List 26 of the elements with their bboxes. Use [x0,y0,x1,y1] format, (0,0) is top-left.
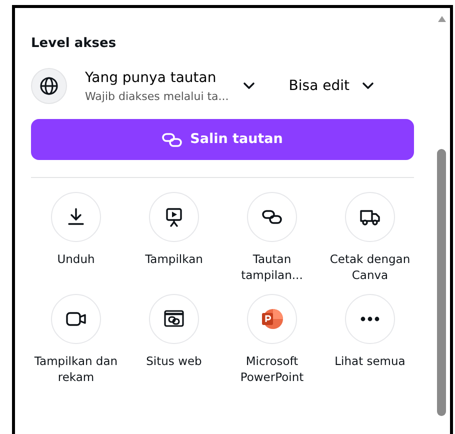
action-button[interactable]: Microsoft PowerPoint [223,294,321,386]
copy-link-button[interactable]: Salin tautan [31,119,414,160]
video-camera-icon [65,310,87,328]
scroll-up-icon[interactable] [438,16,446,22]
access-dropdown[interactable]: Yang punya tautan Wajib diakses melalui ta... [85,68,255,105]
more-icon [360,316,380,322]
link-icon [262,209,282,225]
action-button[interactable]: Situs web [125,294,223,386]
chevron-down-icon [362,82,374,90]
download-icon [66,207,86,227]
action-button[interactable]: Cetak dengan Canva [321,192,419,284]
action-button[interactable]: Lihat semua [321,294,419,386]
browser-window-icon [163,309,185,329]
presentation-icon [164,207,184,227]
action-button[interactable]: Tautan tampilan... [223,192,321,284]
link-icon [162,132,182,146]
presentation-app-icon [259,306,285,332]
globe-icon [31,68,67,104]
scrollbar-thumb[interactable] [437,149,446,416]
action-button[interactable]: Tampilkan [125,192,223,284]
action-button[interactable]: Unduh [27,192,125,284]
action-button[interactable]: Tampilkan dan rekam [27,294,125,386]
truck-icon [359,208,381,226]
chevron-down-icon [242,82,255,90]
section-title: Level akses [31,35,118,53]
permission-dropdown[interactable]: Bisa edit [288,76,374,97]
